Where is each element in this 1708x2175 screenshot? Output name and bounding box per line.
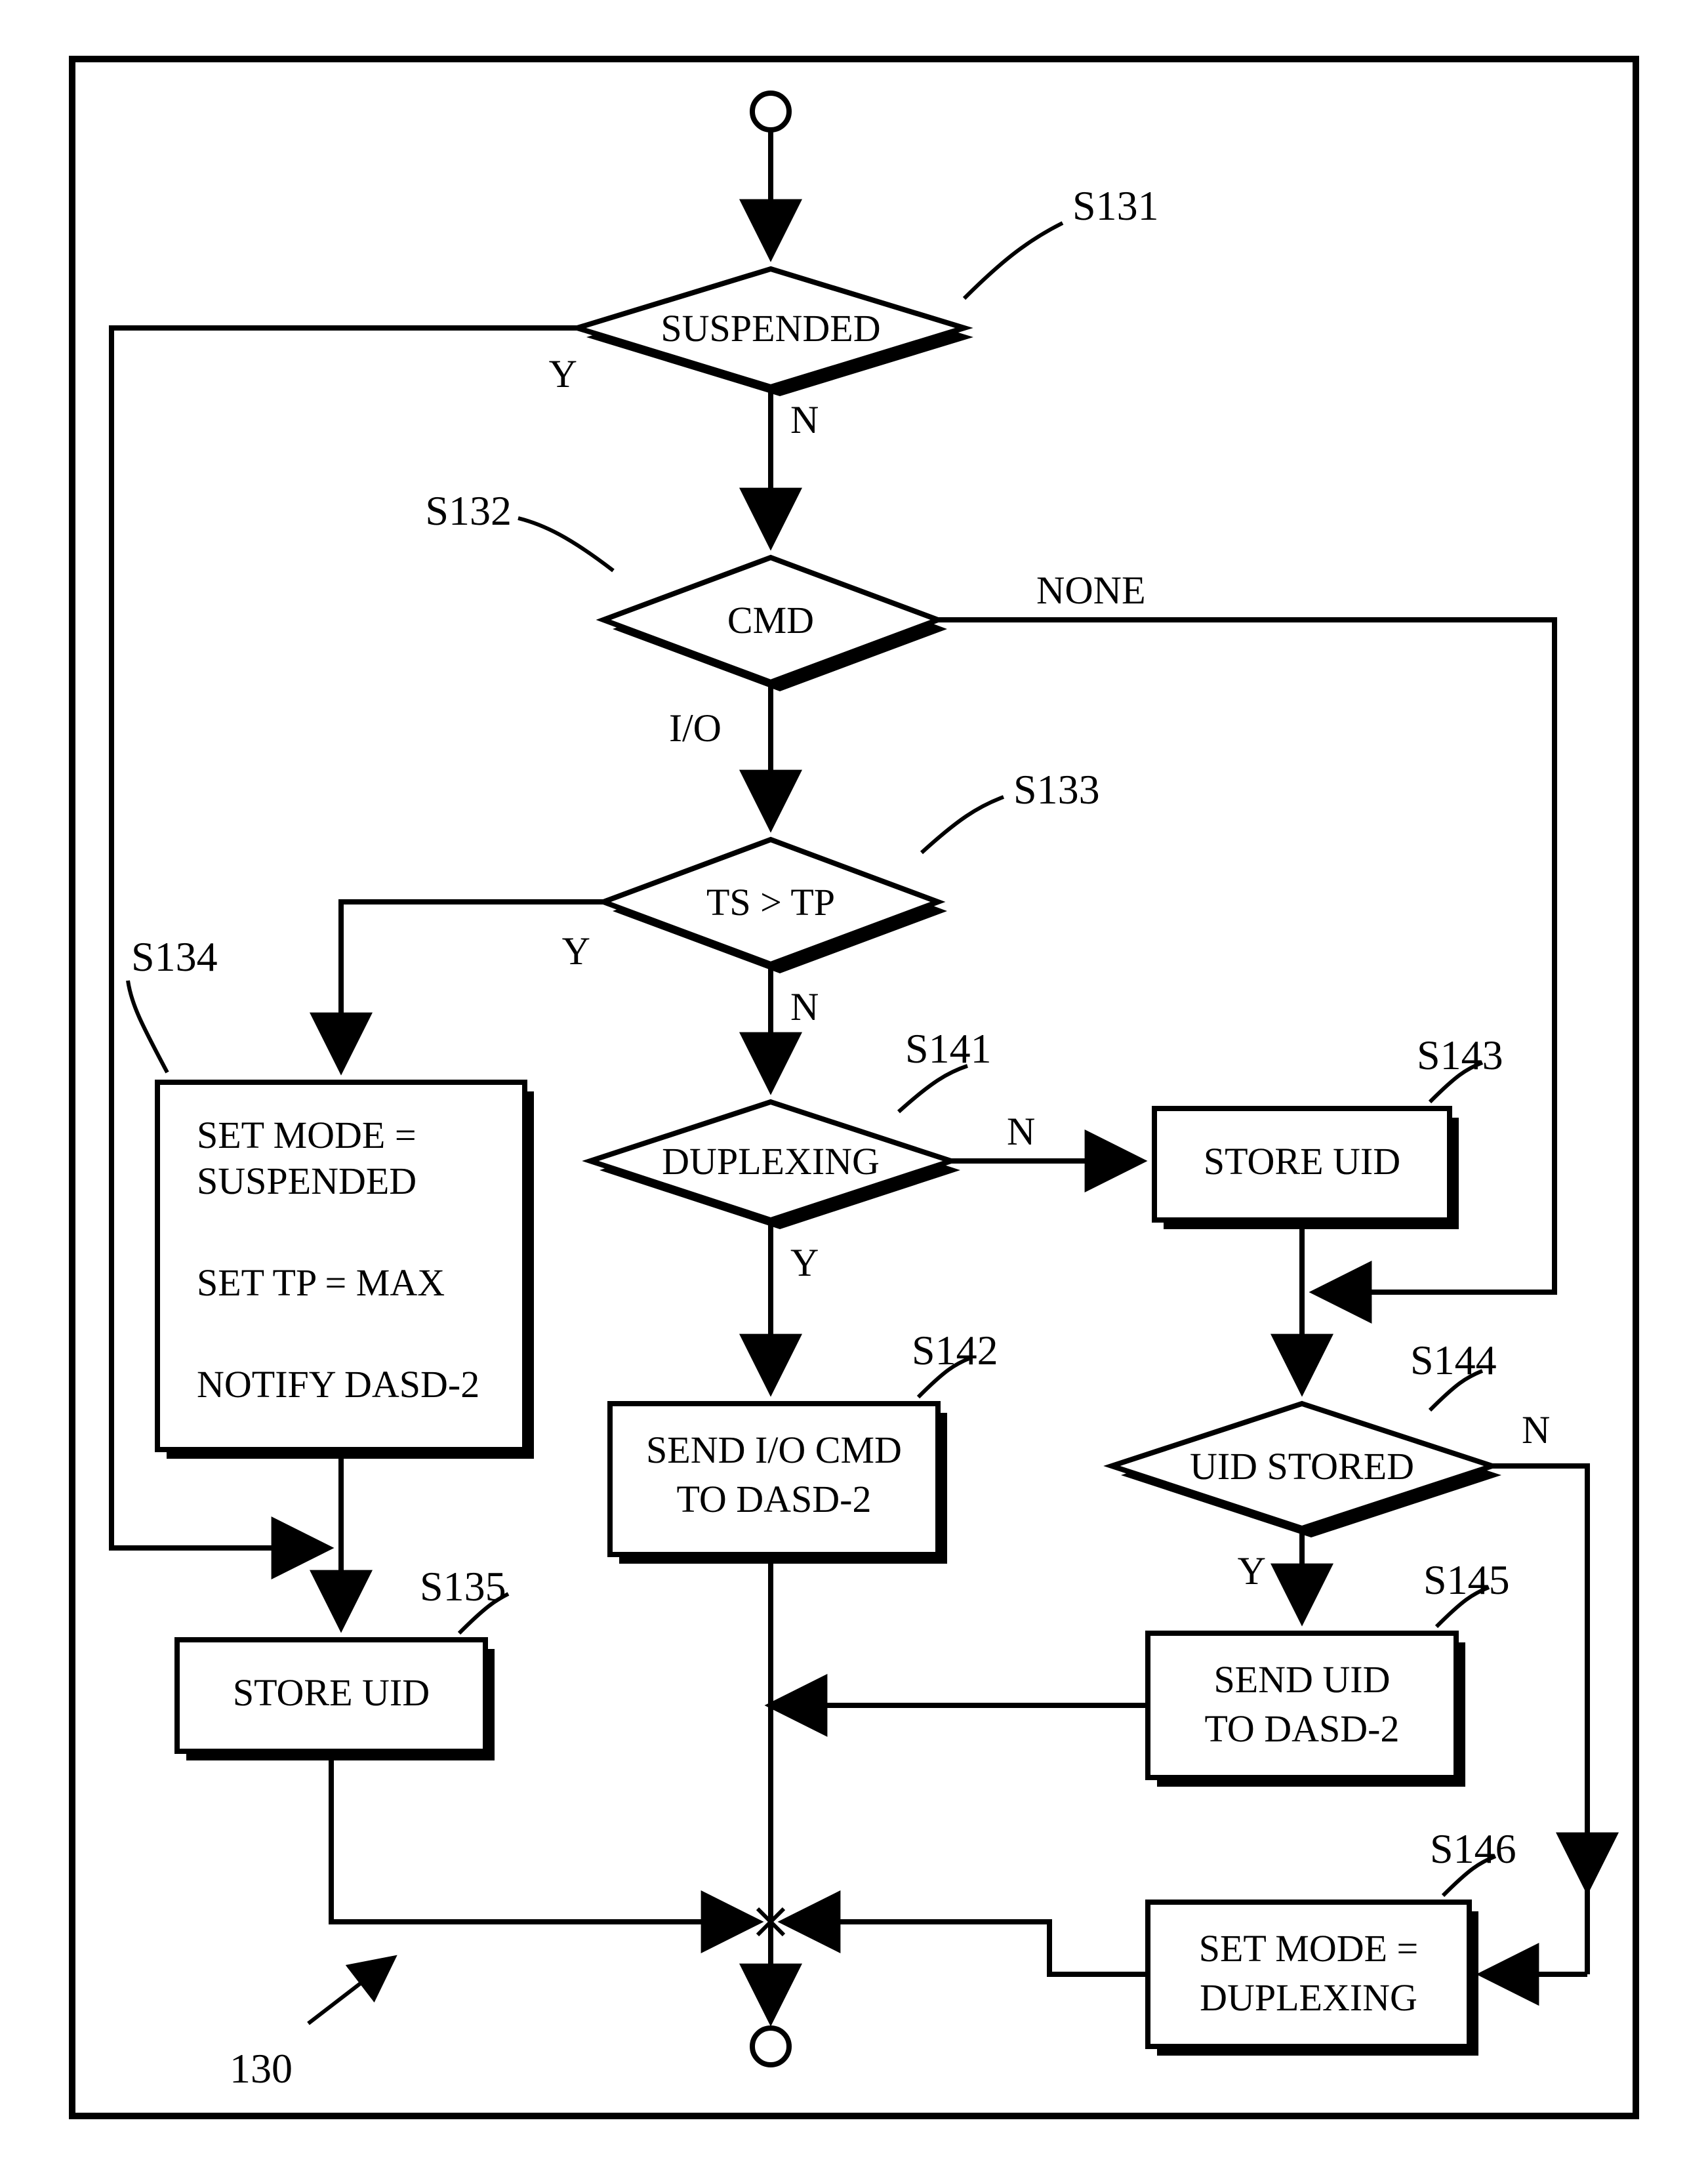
process-s145: SEND UID TO DASD-2: [1148, 1633, 1465, 1787]
label-s143: S143: [1417, 1032, 1503, 1078]
decision-s133-text: TS > TP: [706, 881, 835, 924]
label-s132: S132: [425, 487, 512, 534]
s135-text: STORE UID: [233, 1671, 430, 1714]
edge-s144-n: N: [1522, 1408, 1550, 1452]
label-s144: S144: [1410, 1337, 1497, 1383]
edge-s131-y: Y: [549, 352, 577, 396]
decision-s133: TS > TP: [603, 840, 947, 973]
s142-l2: TO DASD-2: [677, 1478, 872, 1520]
label-s141: S141: [905, 1025, 992, 1072]
edge-s132-none: NONE: [1036, 569, 1146, 612]
end-terminator: [752, 2028, 789, 2065]
s146-l2: DUPLEXING: [1200, 1976, 1417, 2019]
s142-l1: SEND I/O CMD: [646, 1429, 902, 1471]
edge-s132-io: I/O: [669, 706, 722, 750]
flowchart-diagram: SUSPENDED S131 Y N CMD S132 NONE I/O TS …: [0, 0, 1708, 2175]
s143-text: STORE UID: [1204, 1140, 1400, 1183]
diagram-id-label: 130: [230, 2045, 293, 2092]
label-s135: S135: [420, 1563, 506, 1610]
process-s143: STORE UID: [1154, 1108, 1459, 1229]
decision-s144-text: UID STORED: [1190, 1445, 1414, 1488]
label-s142: S142: [912, 1327, 998, 1373]
start-terminator: [752, 93, 789, 130]
decision-s141-text: DUPLEXING: [662, 1140, 880, 1183]
decision-s141: DUPLEXING: [590, 1102, 960, 1229]
label-s133: S133: [1013, 766, 1100, 813]
decision-s131: SUSPENDED: [577, 269, 973, 396]
process-s135: STORE UID: [177, 1640, 495, 1760]
label-s134: S134: [131, 933, 218, 980]
s134-l3: SET TP = MAX: [197, 1261, 445, 1304]
decision-s132-text: CMD: [727, 599, 814, 641]
process-s134: SET MODE = SUSPENDED SET TP = MAX NOTIFY…: [157, 1082, 534, 1459]
label-s145: S145: [1423, 1556, 1510, 1603]
edge-s144-y: Y: [1238, 1549, 1266, 1593]
label-s131: S131: [1072, 182, 1159, 229]
decision-s131-text: SUSPENDED: [661, 307, 880, 350]
process-s146: SET MODE = DUPLEXING: [1148, 1902, 1478, 2056]
decision-s144: UID STORED: [1112, 1404, 1501, 1537]
edge-s141-y: Y: [790, 1241, 819, 1284]
s145-l2: TO DASD-2: [1205, 1707, 1400, 1750]
s145-l1: SEND UID: [1213, 1658, 1390, 1701]
process-s142: SEND I/O CMD TO DASD-2: [610, 1404, 947, 1564]
edge-s141-n: N: [1007, 1110, 1035, 1153]
edge-s133-n: N: [790, 985, 819, 1028]
label-s146: S146: [1430, 1825, 1516, 1872]
s134-l1: SET MODE =: [197, 1114, 417, 1156]
decision-s132: CMD: [603, 558, 947, 691]
edge-s133-y: Y: [562, 929, 590, 973]
s134-l4: NOTIFY DASD-2: [197, 1363, 479, 1406]
s146-l1: SET MODE =: [1199, 1927, 1419, 1970]
edge-s131-n: N: [790, 398, 819, 441]
s134-l2: SUSPENDED: [197, 1160, 417, 1202]
